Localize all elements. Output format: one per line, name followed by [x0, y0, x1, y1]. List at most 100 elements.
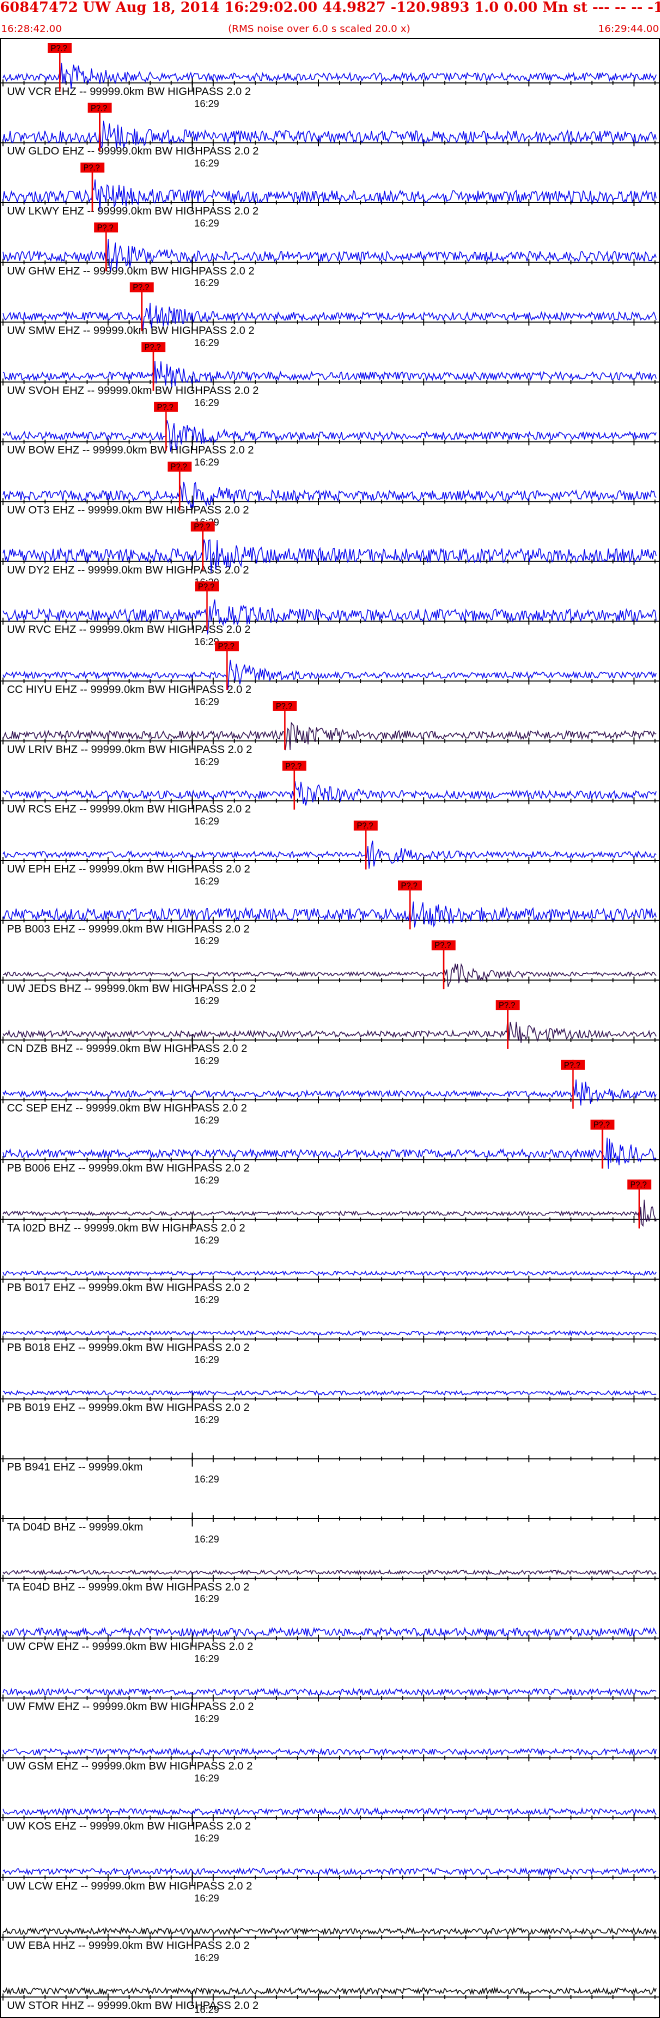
station-label: PB B003 EHZ -- 99999.0km BW HIGHPASS 2.0…	[7, 923, 250, 935]
waveform-trace	[2, 1329, 657, 1337]
station-label: PB B017 EHZ -- 99999.0km BW HIGHPASS 2.0…	[7, 1282, 250, 1294]
event-title: 60847472 UW Aug 18, 2014 16:29:02.00 44.…	[0, 0, 660, 16]
station-label: TA E04D BHZ -- 99999.0km BW HIGHPASS 2.0…	[7, 1581, 249, 1593]
minute-tick-label: 16:29	[194, 159, 219, 170]
waveform-trace	[2, 1866, 657, 1876]
waveform-trace	[2, 1926, 657, 1936]
minute-tick-label: 16:29	[194, 757, 219, 768]
waveform-trace	[2, 1807, 657, 1816]
station-label: UW LCW EHZ -- 99999.0km BW HIGHPASS 2.0 …	[7, 1880, 252, 1892]
station-label: UW EPH EHZ -- 99999.0km BW HIGHPASS 2.0 …	[7, 863, 250, 875]
station-label: UW KOS EHZ -- 99999.0km BW HIGHPASS 2.0 …	[7, 1821, 251, 1833]
station-label: CN DZB BHZ -- 99999.0km BW HIGHPASS 2.0 …	[7, 1043, 247, 1055]
station-label: UW FMW EHZ -- 99999.0km BW HIGHPASS 2.0 …	[7, 1701, 254, 1713]
station-label: PB B941 EHZ -- 99999.0km	[7, 1462, 143, 1474]
minute-tick-label: 16:29	[194, 1475, 219, 1486]
pick-label: P?.?	[357, 822, 374, 831]
station-label: CC HIYU EHZ -- 99999.0km BW HIGHPASS 2.0…	[7, 684, 251, 696]
pick-label: P?.?	[171, 463, 188, 472]
minute-tick-label: 16:29	[194, 1176, 219, 1187]
pick-label: P?.?	[97, 223, 114, 232]
minute-tick-label: 16:29	[194, 1953, 219, 1964]
station-label: UW SMW EHZ -- 99999.0km BW HIGHPASS 2.0 …	[7, 325, 255, 337]
pick-label: P?.?	[51, 44, 68, 53]
minute-tick-label: 16:29	[194, 1415, 219, 1426]
station-label: TA I02D BHZ -- 99999.0km BW HIGHPASS 2.0…	[7, 1222, 245, 1234]
pick-label: P?.?	[194, 523, 211, 532]
station-label: UW VCR EHZ -- 99999.0km BW HIGHPASS 2.0 …	[7, 86, 251, 98]
waveform-trace	[2, 361, 657, 387]
waveform-trace	[2, 1626, 657, 1638]
station-label: UW EBA HHZ -- 99999.0km BW HIGHPASS 2.0 …	[7, 1940, 250, 1952]
seismogram-chart: UW VCR EHZ -- 99999.0km BW HIGHPASS 2.0 …	[0, 38, 660, 2018]
station-label: TA D04D BHZ -- 99999.0km	[7, 1521, 143, 1533]
waveform-trace	[2, 1569, 657, 1576]
plot-header: 60847472 UW Aug 18, 2014 16:29:02.00 44.…	[0, 0, 660, 40]
minute-tick-label: 16:29	[194, 1534, 219, 1545]
station-label: UW LKWY EHZ -- 99999.0km BW HIGHPASS 2.0…	[7, 205, 259, 217]
pick-label: P?.?	[198, 582, 215, 591]
waveform-trace	[2, 780, 657, 806]
waveform-trace	[2, 120, 657, 149]
minute-tick-label: 16:29	[194, 996, 219, 1007]
pick-label: P?.?	[276, 702, 293, 711]
minute-tick-label: 16:29	[194, 1594, 219, 1605]
pick-label: P?.?	[83, 164, 100, 173]
minute-tick-label: 16:29	[194, 697, 219, 708]
waveform-trace	[2, 1079, 657, 1106]
start-time-label: 16:28:42.00	[1, 24, 62, 35]
station-label: UW OT3 EHZ -- 99999.0km BW HIGHPASS 2.0 …	[7, 505, 249, 517]
minute-tick-label: 16:29	[194, 876, 219, 887]
station-label: UW LRIV BHZ -- 99999.0km BW HIGHPASS 2.0…	[7, 744, 252, 756]
station-label: CC SEP EHZ -- 99999.0km BW HIGHPASS 2.0 …	[7, 1103, 247, 1115]
minute-tick-label: 16:29	[194, 1295, 219, 1306]
minute-tick-label: 16:29	[194, 1834, 219, 1845]
station-label: UW STOR HHZ -- 99999.0km BW HIGHPASS 2.0…	[7, 2000, 259, 2012]
station-label: UW GLDO EHZ -- 99999.0km BW HIGHPASS 2.0…	[7, 146, 259, 158]
pick-label: P?.?	[499, 1001, 516, 1010]
minute-tick-label: 16:29	[194, 1774, 219, 1785]
pick-label: P?.?	[401, 881, 418, 890]
waveform-trace	[2, 1687, 657, 1697]
waveform-trace	[2, 1017, 657, 1044]
minute-tick-label: 16:29	[194, 278, 219, 289]
waveform-trace	[2, 1986, 657, 1996]
minute-tick-label: 16:29	[194, 1893, 219, 1904]
minute-tick-label: 16:29	[194, 1355, 219, 1366]
station-label: PB B006 EHZ -- 99999.0km BW HIGHPASS 2.0…	[7, 1163, 250, 1175]
pick-label: P?.?	[435, 941, 452, 950]
minute-tick-label: 16:29	[194, 338, 219, 349]
pick-label: P?.?	[564, 1061, 581, 1070]
minute-tick-label: 16:29	[194, 1714, 219, 1725]
station-label: UW GHW EHZ -- 99999.0km BW HIGHPASS 2.0 …	[7, 265, 255, 277]
pick-label: P?.?	[157, 403, 174, 412]
station-label: UW RVC EHZ -- 99999.0km BW HIGHPASS 2.0 …	[7, 624, 251, 636]
waveform-trace	[2, 1747, 657, 1757]
minute-tick-label: 16:29	[194, 1116, 219, 1127]
minute-tick-label: 16:29	[194, 2005, 219, 2016]
station-label: UW GSM EHZ -- 99999.0km BW HIGHPASS 2.0 …	[7, 1761, 253, 1773]
pick-label: P?.?	[144, 343, 161, 352]
pick-label: P?.?	[218, 642, 235, 651]
station-label: PB B018 EHZ -- 99999.0km BW HIGHPASS 2.0…	[7, 1342, 250, 1354]
station-label: UW SVOH EHZ -- 99999.0km BW HIGHPASS 2.0…	[7, 385, 259, 397]
pick-label: P?.?	[133, 283, 150, 292]
minute-tick-label: 16:29	[194, 936, 219, 947]
waveform-trace	[2, 1389, 657, 1397]
station-label: UW CPW EHZ -- 99999.0km BW HIGHPASS 2.0 …	[7, 1641, 253, 1653]
minute-tick-label: 16:29	[194, 458, 219, 469]
station-label: PB B019 EHZ -- 99999.0km BW HIGHPASS 2.0…	[7, 1402, 250, 1414]
station-label: UW JEDS BHZ -- 99999.0km BW HIGHPASS 2.0…	[7, 983, 256, 995]
pick-label: P?.?	[91, 104, 108, 113]
minute-tick-label: 16:29	[194, 218, 219, 229]
station-label: UW BOW EHZ -- 99999.0km BW HIGHPASS 2.0 …	[7, 445, 254, 457]
pick-label: P?.?	[593, 1121, 610, 1130]
pick-label: P?.?	[285, 762, 302, 771]
pick-label: P?.?	[630, 1181, 647, 1190]
rms-note-label: (RMS noise over 6.0 s scaled 20.0 x)	[228, 24, 411, 35]
station-label: UW DY2 EHZ -- 99999.0km BW HIGHPASS 2.0 …	[7, 564, 249, 576]
waveform-trace	[2, 1270, 657, 1277]
minute-tick-label: 16:29	[194, 1235, 219, 1246]
end-time-label: 16:29:44.00	[598, 24, 659, 35]
station-label: UW RCS EHZ -- 99999.0km BW HIGHPASS 2.0 …	[7, 804, 251, 816]
